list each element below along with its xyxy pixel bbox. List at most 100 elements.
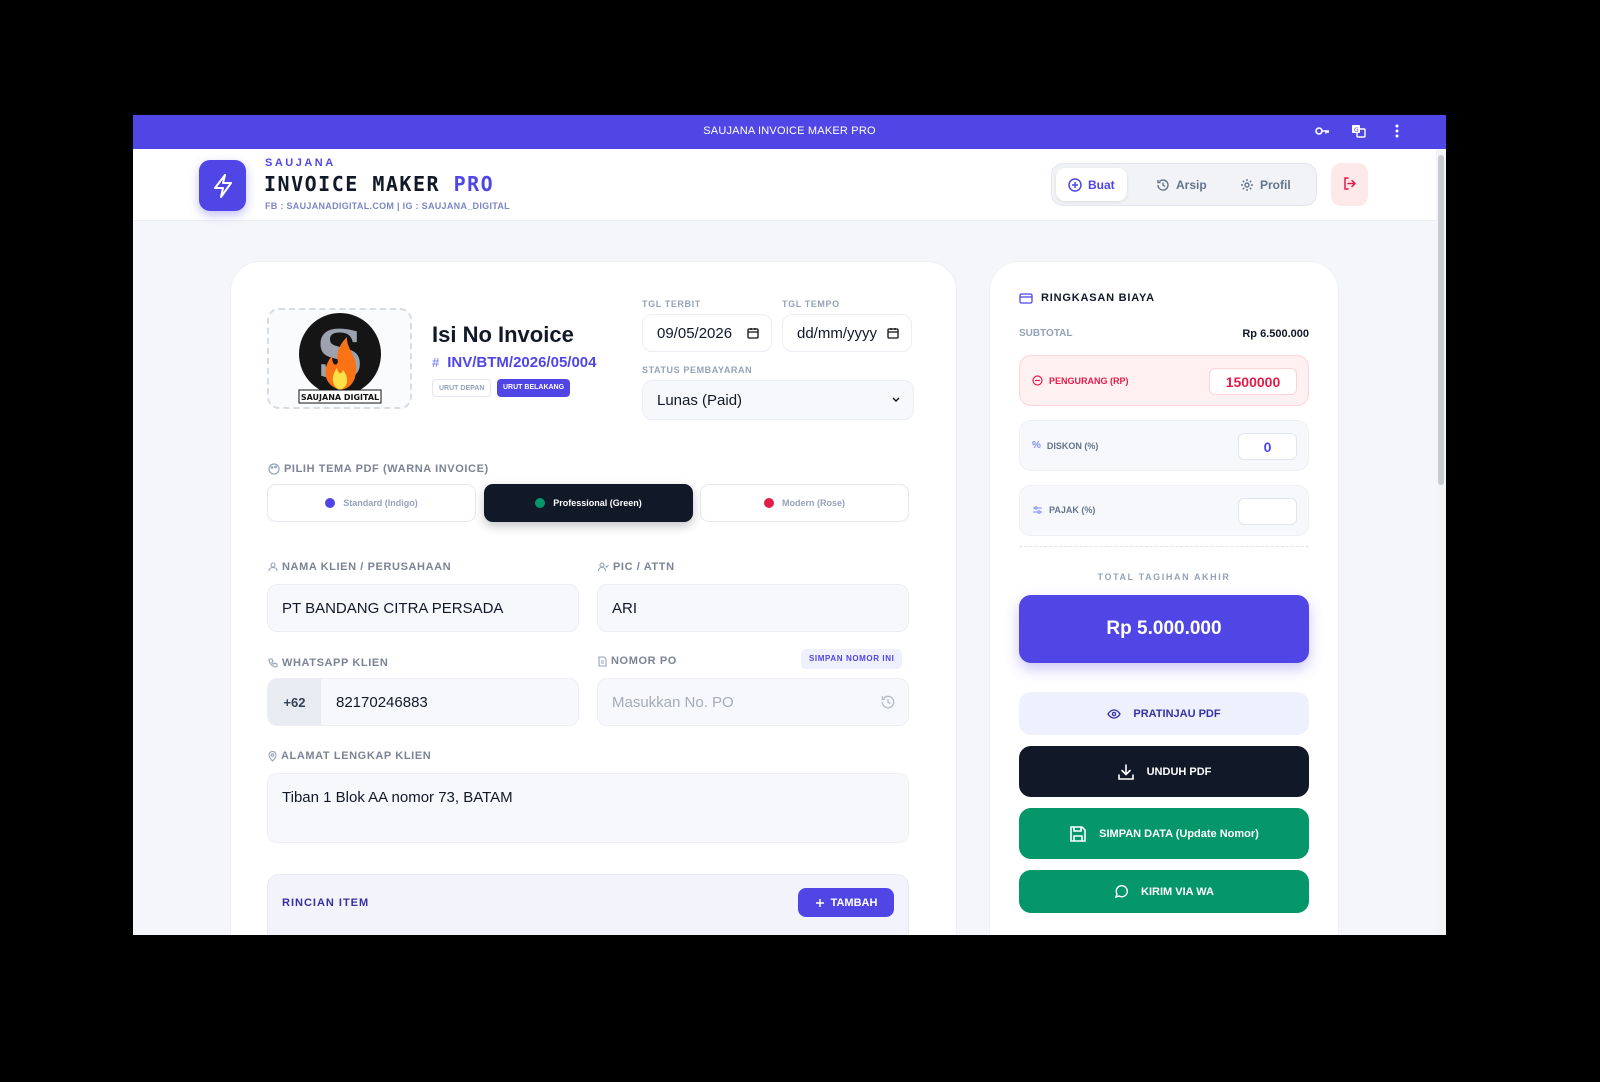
plus-icon <box>815 898 824 907</box>
save-data-button[interactable]: SIMPAN DATA (Update Nomor) <box>1019 808 1309 859</box>
scrollbar[interactable] <box>1436 149 1446 935</box>
invoice-number[interactable]: # INV/BTM/2026/05/004 <box>432 354 596 371</box>
summary-divider <box>1019 546 1309 547</box>
tax-label-text: PAJAK (%) <box>1049 505 1096 515</box>
calendar-icon[interactable] <box>747 327 759 339</box>
logout-button[interactable] <box>1331 163 1368 206</box>
brand-title: INVOICE MAKER PRO <box>264 172 494 196</box>
issue-date-value: 09/05/2026 <box>657 324 733 342</box>
sliders-icon <box>1033 506 1042 514</box>
issue-date-input[interactable]: 09/05/2026 <box>642 314 772 352</box>
preview-pdf-button[interactable]: PRATINJAU PDF <box>1019 692 1309 735</box>
address-textarea[interactable]: Tiban 1 Blok AA nomor 73, BATAM <box>267 773 909 843</box>
download-pdf-button[interactable]: UNDUH PDF <box>1019 746 1309 797</box>
add-item-button[interactable]: TAMBAH <box>798 888 894 917</box>
whatsapp-input[interactable]: +62 82170246883 <box>267 678 579 726</box>
preview-pdf-label: PRATINJAU PDF <box>1133 707 1221 720</box>
send-whatsapp-label: KIRIM VIA WA <box>1141 885 1214 898</box>
client-name-value: PT BANDANG CITRA PERSADA <box>282 599 504 617</box>
theme-green-button[interactable]: Professional (Green) <box>484 484 693 522</box>
history-icon <box>1157 178 1169 191</box>
po-input[interactable]: Masukkan No. PO <box>597 678 909 726</box>
translate-icon[interactable]: G <box>1351 123 1369 141</box>
eye-icon <box>1107 708 1122 719</box>
deduction-label-text: PENGURANG (RP) <box>1049 375 1129 386</box>
gear-icon <box>1241 178 1253 191</box>
summary-title: RINGKASAN BIAYA <box>1019 292 1155 304</box>
due-date-input[interactable]: dd/mm/yyyy <box>782 314 912 352</box>
minus-circle-icon <box>1032 375 1043 386</box>
history-icon[interactable] <box>880 694 896 710</box>
order-front-button[interactable]: URUT DEPAN <box>432 379 492 397</box>
client-name-input[interactable]: PT BANDANG CITRA PERSADA <box>267 584 579 632</box>
save-icon <box>1070 825 1086 842</box>
total-label: TOTAL TAGIHAN AKHIR <box>1097 572 1231 582</box>
order-back-button[interactable]: URUT BELAKANG <box>497 379 571 397</box>
whatsapp-value: 82170246883 <box>336 693 428 711</box>
brand-title-accent: PRO <box>453 172 495 196</box>
invoice-form-card: S SAUJANA DIGITAL Isi No Invoice # INV/BT… <box>230 261 957 935</box>
address-value: Tiban 1 Blok AA nomor 73, BATAM <box>282 789 513 806</box>
calendar-icon[interactable] <box>887 327 899 339</box>
discount-label: % DISKON (%) <box>1032 440 1098 451</box>
tab-profil[interactable]: Profil <box>1228 168 1303 201</box>
save-po-button[interactable]: SIMPAN NOMOR INI <box>801 649 903 669</box>
brand-meta: FB : SAUJANADIGITAL.COM | IG : SAUJANA_D… <box>265 201 510 211</box>
more-vertical-icon[interactable] <box>1389 123 1407 141</box>
discount-input[interactable]: 0 <box>1238 433 1297 460</box>
main-nav: Buat Arsip Profil <box>1051 163 1317 206</box>
percent-icon: % <box>1032 440 1041 451</box>
tax-row: PAJAK (%) <box>1019 485 1309 536</box>
svg-text:G: G <box>1354 127 1359 134</box>
document-icon <box>598 655 607 667</box>
brand-title-main: INVOICE MAKER <box>264 172 441 196</box>
color-dot <box>764 498 774 508</box>
add-item-label: TAMBAH <box>830 896 878 909</box>
theme-indigo-button[interactable]: Standard (Indigo) <box>267 484 476 522</box>
window-title: SAUJANA INVOICE MAKER PRO <box>703 125 876 137</box>
pic-input[interactable]: ARI <box>597 584 909 632</box>
logo-caption: SAUJANA DIGITAL <box>301 393 379 402</box>
discount-row: % DISKON (%) 0 <box>1019 420 1309 471</box>
address-label: ALAMAT LENGKAP KLIEN <box>268 750 431 762</box>
items-title: RINCIAN ITEM <box>282 897 370 909</box>
tab-arsip[interactable]: Arsip <box>1144 168 1219 201</box>
scrollbar-thumb[interactable] <box>1438 155 1444 485</box>
brand-subtitle: SAUJANA <box>265 157 336 169</box>
key-icon[interactable] <box>1314 123 1332 141</box>
company-logo-upload[interactable]: S SAUJANA DIGITAL <box>267 308 412 409</box>
send-whatsapp-button[interactable]: KIRIM VIA WA <box>1019 870 1309 913</box>
items-panel: RINCIAN ITEM TAMBAH <box>267 874 909 935</box>
tab-buat[interactable]: Buat <box>1056 168 1127 201</box>
due-date-placeholder: dd/mm/yyyy <box>797 324 878 342</box>
company-logo: S SAUJANA DIGITAL <box>298 313 382 404</box>
pic-label-text: PIC / ATTN <box>613 561 675 573</box>
tab-arsip-label: Arsip <box>1176 177 1207 192</box>
po-placeholder: Masukkan No. PO <box>612 693 734 711</box>
deduction-row: PENGURANG (RP) 1500000 <box>1019 355 1309 406</box>
client-name-label: NAMA KLIEN / PERUSAHAAN <box>268 561 451 573</box>
user-icon <box>268 562 278 572</box>
app-window: SAUJANA INVOICE MAKER PRO G SAUJANA INVO… <box>133 115 1446 935</box>
total-value: Rp 5.000.000 <box>1019 595 1309 663</box>
lightning-icon <box>214 174 232 198</box>
chevron-down-icon <box>892 397 900 402</box>
invoice-number-value: INV/BTM/2026/05/004 <box>447 354 597 371</box>
discount-label-text: DISKON (%) <box>1046 440 1099 451</box>
status-value: Lunas (Paid) <box>657 391 743 409</box>
hash-icon: # <box>432 355 440 370</box>
theme-rose-button[interactable]: Modern (Rose) <box>700 484 909 522</box>
status-select[interactable]: Lunas (Paid) <box>642 380 914 420</box>
app-header: SAUJANA INVOICE MAKER PRO FB : SAUJANADI… <box>133 149 1436 221</box>
subtotal-label: SUBTOTAL <box>1019 328 1073 339</box>
client-name-label-text: NAMA KLIEN / PERUSAHAAN <box>282 561 452 573</box>
po-label: NOMOR PO <box>598 655 677 667</box>
theme-indigo-label: Standard (Indigo) <box>343 498 418 508</box>
color-dot <box>535 498 546 508</box>
phone-icon <box>268 658 278 668</box>
logout-icon <box>1344 177 1357 190</box>
address-label-text: ALAMAT LENGKAP KLIEN <box>281 750 432 762</box>
whatsapp-label: WHATSAPP KLIEN <box>268 657 388 669</box>
deduction-input[interactable]: 1500000 <box>1209 368 1297 395</box>
tax-input[interactable] <box>1238 498 1297 525</box>
